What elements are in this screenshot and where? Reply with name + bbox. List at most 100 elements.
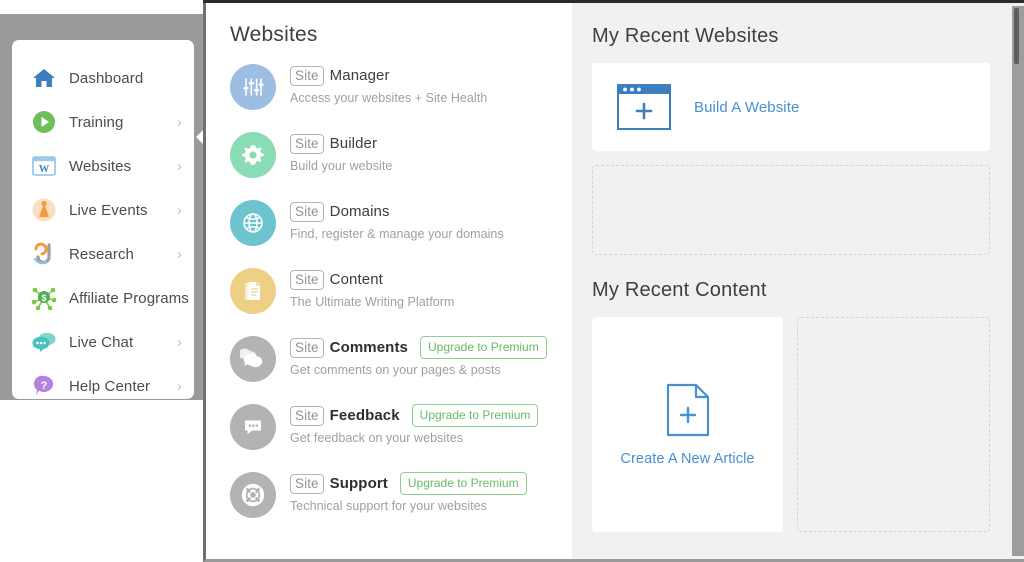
sidebar-item-affiliate-programs[interactable]: $ Affiliate Programs › xyxy=(12,276,194,320)
broadcast-icon xyxy=(30,196,58,224)
recent-content-title: My Recent Content xyxy=(592,279,767,301)
service-text: Site Support Upgrade to Premium Technica… xyxy=(290,471,527,513)
service-description: Build your website xyxy=(290,159,393,173)
service-title-line: Site Manager xyxy=(290,65,487,86)
service-item-site-manager[interactable]: Site Manager Access your websites + Site… xyxy=(230,63,572,131)
home-icon xyxy=(30,64,58,92)
service-name: Feedback xyxy=(329,407,400,424)
service-item-site-feedback[interactable]: Site Feedback Upgrade to Premium Get fee… xyxy=(230,403,572,471)
panel-scrollbar[interactable] xyxy=(1012,6,1024,556)
service-title-line: Site Feedback Upgrade to Premium xyxy=(290,404,539,427)
service-name: Support xyxy=(329,475,388,492)
chevron-right-icon: › xyxy=(177,157,182,175)
sidebar-item-label: Training xyxy=(69,113,124,131)
sidebar-item-live-events[interactable]: Live Events › xyxy=(12,188,194,232)
service-name: Manager xyxy=(329,67,390,84)
service-item-site-comments[interactable]: Site Comments Upgrade to Premium Get com… xyxy=(230,335,572,403)
site-badge: Site xyxy=(290,65,324,86)
sidebar-item-live-chat[interactable]: Live Chat › xyxy=(12,320,194,364)
feedback-bubble-icon xyxy=(230,404,276,450)
chevron-right-icon: › xyxy=(177,201,182,219)
chevron-right-icon: › xyxy=(177,377,182,395)
sidebar-item-research[interactable]: Research › xyxy=(12,232,194,276)
sidebar-item-training[interactable]: Training › xyxy=(12,100,194,144)
service-name: Comments xyxy=(329,339,408,356)
chevron-right-icon: › xyxy=(177,245,182,263)
websites-flyout-panel: Websites Site Manager Access your websit… xyxy=(203,0,1024,562)
service-text: Site Comments Upgrade to Premium Get com… xyxy=(290,335,547,377)
service-item-site-content[interactable]: Site Content The Ultimate Writing Platfo… xyxy=(230,267,572,335)
svg-text:?: ? xyxy=(41,380,48,392)
sidebar-nav: Dashboard › Training › W xyxy=(12,40,194,408)
service-name: Domains xyxy=(329,203,390,220)
service-text: Site Feedback Upgrade to Premium Get fee… xyxy=(290,403,539,445)
affiliate-network-icon: $ xyxy=(30,284,58,312)
svg-text:$: $ xyxy=(41,293,46,303)
service-description: Get feedback on your websites xyxy=(290,431,464,445)
upgrade-to-premium-button[interactable]: Upgrade to Premium xyxy=(419,336,547,359)
panel-top-border xyxy=(203,0,1024,3)
service-description: Technical support for your websites xyxy=(290,499,487,513)
document-stack-icon xyxy=(230,268,276,314)
chevron-right-icon: › xyxy=(177,113,182,131)
sidebar-item-label: Affiliate Programs xyxy=(69,289,189,307)
sidebar-frame: Dashboard › Training › W xyxy=(0,14,207,400)
service-item-site-support[interactable]: Site Support Upgrade to Premium Technica… xyxy=(230,471,572,539)
wordpress-window-icon: W xyxy=(30,152,58,180)
sidebar-item-label: Live Chat xyxy=(69,333,134,351)
service-title-line: Site Support Upgrade to Premium xyxy=(290,472,527,495)
service-list: Site Manager Access your websites + Site… xyxy=(230,63,572,539)
chevron-right-icon: › xyxy=(177,333,182,351)
page-title: Websites xyxy=(230,23,318,46)
recent-content-row: Create A New Article xyxy=(592,317,990,532)
jaaxy-research-icon xyxy=(30,240,58,268)
create-new-article-card[interactable]: Create A New Article xyxy=(592,317,783,532)
sidebar-item-label: Dashboard xyxy=(69,69,144,87)
gear-icon xyxy=(230,132,276,178)
websites-service-column: Websites Site Manager Access your websit… xyxy=(206,3,572,559)
app-root: Dashboard › Training › W xyxy=(0,0,1024,562)
scrollbar-thumb[interactable] xyxy=(1014,8,1019,64)
comment-bubbles-icon xyxy=(230,336,276,382)
site-badge: Site xyxy=(290,473,324,494)
upgrade-to-premium-button[interactable]: Upgrade to Premium xyxy=(411,404,539,427)
sidebar-item-help-center[interactable]: ? Help Center › xyxy=(12,364,194,408)
service-text: Site Builder Build your website xyxy=(290,131,392,173)
site-badge: Site xyxy=(290,133,324,154)
build-a-website-card[interactable]: Build A Website xyxy=(592,63,990,151)
chat-bubbles-icon xyxy=(30,328,58,356)
sidebar-item-label: Research xyxy=(69,245,134,263)
play-circle-icon xyxy=(30,108,58,136)
recent-content-empty-slot xyxy=(797,317,990,532)
lifebuoy-icon xyxy=(230,472,276,518)
svg-text:W: W xyxy=(39,164,50,175)
sidebar-item-label: Live Events xyxy=(69,201,148,219)
service-title-line: Site Domains xyxy=(290,201,504,222)
recent-website-empty-slot xyxy=(592,165,990,255)
recent-content-section: My Recent Content Create A New Article xyxy=(592,279,990,532)
service-item-site-domains[interactable]: Site Domains Find, register & manage you… xyxy=(230,199,572,267)
service-name: Content xyxy=(329,271,383,288)
sidebar-item-websites[interactable]: W Websites › xyxy=(12,144,194,188)
globe-icon xyxy=(230,200,276,246)
create-new-article-label: Create A New Article xyxy=(620,451,755,467)
recent-column: My Recent Websites Build A Website My Re… xyxy=(572,3,1010,559)
service-description: Find, register & manage your domains xyxy=(290,227,504,241)
service-title-line: Site Content xyxy=(290,269,454,290)
service-description: Get comments on your pages & posts xyxy=(290,363,501,377)
site-badge: Site xyxy=(290,337,324,358)
service-name: Builder xyxy=(329,135,378,152)
upgrade-to-premium-button[interactable]: Upgrade to Premium xyxy=(399,472,527,495)
recent-websites-title: My Recent Websites xyxy=(592,25,779,47)
site-badge: Site xyxy=(290,201,324,222)
service-description: Access your websites + Site Health xyxy=(290,91,488,105)
service-title-line: Site Comments Upgrade to Premium xyxy=(290,336,547,359)
sidebar-card: Dashboard › Training › W xyxy=(12,40,194,399)
service-title-line: Site Builder xyxy=(290,133,392,154)
sidebar-item-dashboard[interactable]: Dashboard › xyxy=(12,56,194,100)
service-text: Site Domains Find, register & manage you… xyxy=(290,199,504,241)
browser-plus-icon xyxy=(616,82,672,132)
question-bubble-icon: ? xyxy=(30,372,58,400)
service-item-site-builder[interactable]: Site Builder Build your website xyxy=(230,131,572,199)
sidebar-item-label: Websites xyxy=(69,157,132,175)
